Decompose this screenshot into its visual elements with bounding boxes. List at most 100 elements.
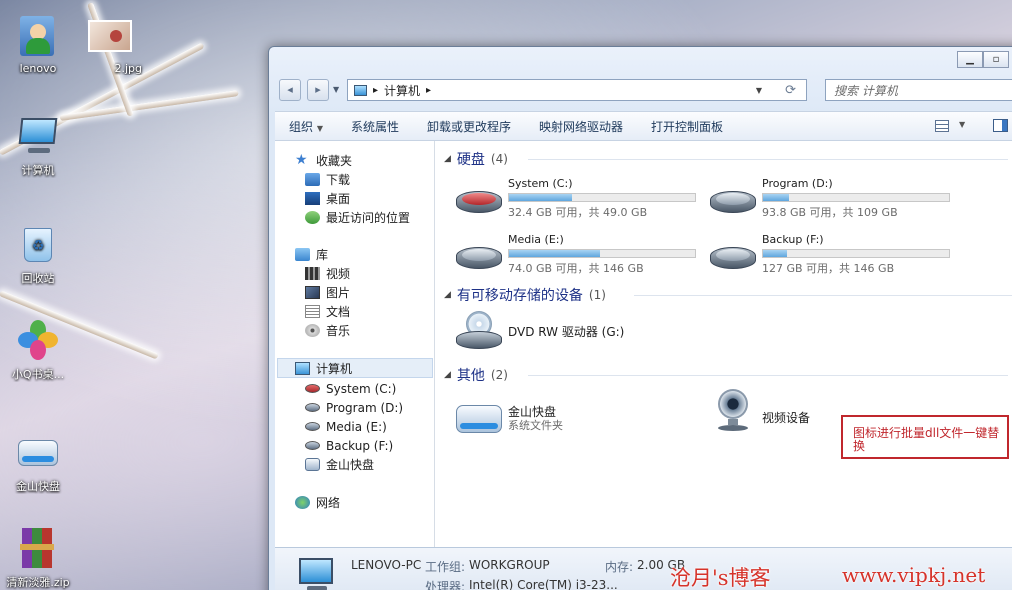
system-drive-icon	[305, 384, 320, 393]
cloud-drive-item[interactable]: 金山快盘 系统文件夹	[446, 393, 696, 439]
drive-name: System (C:)	[508, 177, 573, 190]
desktop-icon-lenovo[interactable]: lenovo	[0, 14, 76, 75]
item-type: 系统文件夹	[508, 419, 563, 432]
star-icon: ★	[295, 152, 308, 168]
document-library-icon	[305, 305, 320, 318]
collapse-arrow-icon[interactable]: ◢	[444, 290, 451, 300]
chevron-down-icon[interactable]: ▼	[959, 120, 965, 129]
desktop-icon-qq-desk[interactable]: 小Q书桌...	[0, 318, 76, 382]
music-library-icon	[305, 324, 320, 337]
drive-c[interactable]: System (C:) 32.4 GB 可用，共 49.0 GB	[446, 177, 696, 223]
nav-item-drive-e[interactable]: Media (E:)	[305, 417, 387, 436]
webcam-icon	[710, 389, 756, 435]
breadcrumb-computer[interactable]: 计算机	[384, 82, 420, 99]
drive-d[interactable]: Program (D:) 93.8 GB 可用，共 109 GB	[700, 177, 950, 223]
nav-favorites[interactable]: ★ 收藏夹	[295, 151, 352, 170]
computer-icon	[295, 362, 310, 375]
group-title: 其他	[456, 368, 485, 384]
chevron-down-icon[interactable]: ▼	[756, 86, 762, 95]
nav-item-label: Media (E:)	[326, 419, 387, 434]
desktop-icon-rar-archive[interactable]: 清新淡雅.zip	[0, 526, 76, 590]
breadcrumb-arrow[interactable]: ▸	[426, 85, 431, 96]
desktop-icon-cloud-drive[interactable]: 金山快盘	[0, 430, 76, 494]
nav-item-videos[interactable]: 视频	[305, 264, 350, 283]
nav-item-label: 金山快盘	[326, 458, 375, 472]
group-header-hard-drives[interactable]: ◢ 硬盘 (4)	[444, 149, 1008, 169]
nav-libraries-label: 库	[316, 248, 329, 262]
drive-space-info: 32.4 GB 可用，共 49.0 GB	[508, 206, 648, 219]
collapse-arrow-icon[interactable]: ◢	[444, 370, 451, 380]
refresh-icon[interactable]: ⟳	[785, 83, 796, 98]
computer-icon	[297, 556, 337, 590]
drive-e[interactable]: Media (E:) 74.0 GB 可用，共 146 GB	[446, 233, 696, 279]
group-header-removable[interactable]: ◢ 有可移动存储的设备 (1)	[444, 285, 1012, 305]
drive-name: Backup (F:)	[762, 233, 824, 246]
processor-value: Intel(R) Core(TM) i3-23...	[469, 578, 618, 590]
nav-item-drive-d[interactable]: Program (D:)	[305, 398, 403, 417]
uninstall-program-button[interactable]: 卸载或更改程序	[413, 118, 525, 135]
user-folder-icon	[16, 14, 60, 58]
cloud-drive-icon	[305, 458, 320, 471]
nav-network[interactable]: 网络	[295, 493, 340, 512]
group-header-other[interactable]: ◢ 其他 (2)	[444, 365, 1008, 385]
nav-computer[interactable]: 计算机	[295, 359, 352, 378]
dvd-drive[interactable]: DVD RW 驱动器 (G:)	[446, 311, 696, 359]
collapse-arrow-icon[interactable]: ◢	[444, 154, 451, 164]
drive-usage-fill	[509, 250, 601, 257]
nav-item-recent-places[interactable]: 最近访问的位置	[305, 208, 410, 227]
nav-item-pictures[interactable]: 图片	[305, 283, 350, 302]
memory-label: 内存:	[605, 560, 634, 574]
maximize-button[interactable]: ▫	[983, 51, 1009, 68]
nav-item-music[interactable]: 音乐	[305, 321, 350, 340]
recent-pages-icon[interactable]: ▼	[333, 85, 339, 94]
system-properties-button[interactable]: 系统属性	[337, 118, 413, 135]
nav-item-downloads[interactable]: 下载	[305, 170, 350, 189]
desktop-icon-label: 清新淡雅.zip	[6, 576, 70, 589]
drive-usage-fill	[763, 194, 790, 201]
minimize-button[interactable]: ▁	[957, 51, 983, 68]
drive-name: Program (D:)	[762, 177, 833, 190]
group-count: (4)	[490, 152, 508, 166]
nav-computer-label: 计算机	[316, 362, 353, 376]
hard-drive-icon	[710, 243, 756, 271]
group-divider	[528, 375, 1008, 376]
nav-item-desktop[interactable]: 桌面	[305, 189, 350, 208]
rar-archive-icon	[16, 526, 60, 570]
nav-libraries[interactable]: 库	[295, 245, 328, 264]
view-options-icon[interactable]	[935, 120, 949, 132]
search-input[interactable]: 搜索 计算机	[825, 79, 1012, 101]
map-network-drive-button[interactable]: 映射网络驱动器	[525, 118, 637, 135]
hard-drive-icon	[305, 441, 320, 450]
item-name: 视频设备	[762, 411, 811, 425]
desktop-icon-image[interactable]: 2.jpg	[72, 14, 148, 75]
nav-item-drive-f[interactable]: Backup (F:)	[305, 436, 393, 455]
breadcrumb-arrow[interactable]: ▸	[373, 85, 378, 96]
computer-name: LENOVO-PC	[351, 558, 422, 572]
nav-item-drive-c[interactable]: System (C:)	[305, 379, 396, 398]
drive-space-info: 127 GB 可用，共 146 GB	[762, 262, 895, 275]
nav-item-cloud-drive[interactable]: 金山快盘	[305, 455, 374, 474]
nav-item-label: 桌面	[326, 192, 351, 206]
desktop-icon-label: 回收站	[21, 272, 55, 285]
group-count: (1)	[588, 288, 606, 302]
preview-pane-icon[interactable]	[993, 119, 1008, 132]
organize-button[interactable]: 组织 ▼	[275, 118, 337, 135]
nav-item-label: 文档	[326, 305, 351, 319]
nav-item-label: 最近访问的位置	[326, 211, 411, 225]
explorer-window: ▁ ▫ ◂ ▸ ▼ ▸ 计算机 ▸ ▼ ⟳ 搜索 计算机 组织 ▼ 系统属性 卸…	[268, 46, 1012, 590]
nav-item-label: Program (D:)	[326, 400, 404, 415]
nav-item-documents[interactable]: 文档	[305, 302, 350, 321]
drive-f[interactable]: Backup (F:) 127 GB 可用，共 146 GB	[700, 233, 950, 279]
dvd-drive-icon	[456, 311, 502, 351]
picture-library-icon	[305, 286, 320, 299]
forward-button[interactable]: ▸	[307, 79, 329, 101]
open-control-panel-button[interactable]: 打开控制面板	[637, 118, 737, 135]
desktop-icon-computer[interactable]: 计算机	[0, 114, 76, 178]
back-button[interactable]: ◂	[279, 79, 301, 101]
desktop-icon-recycle-bin[interactable]: ♻ 回收站	[0, 222, 76, 286]
explorer-content: ★ 收藏夹 下载 桌面 最近访问的位置 库 视频 图片 文档 音乐 计算机 Sy…	[275, 141, 1012, 590]
drive-usage-bar	[762, 193, 950, 202]
address-bar[interactable]: ▸ 计算机 ▸ ▼ ⟳	[347, 79, 807, 101]
chevron-down-icon: ▼	[316, 123, 323, 133]
group-divider	[528, 159, 1008, 160]
